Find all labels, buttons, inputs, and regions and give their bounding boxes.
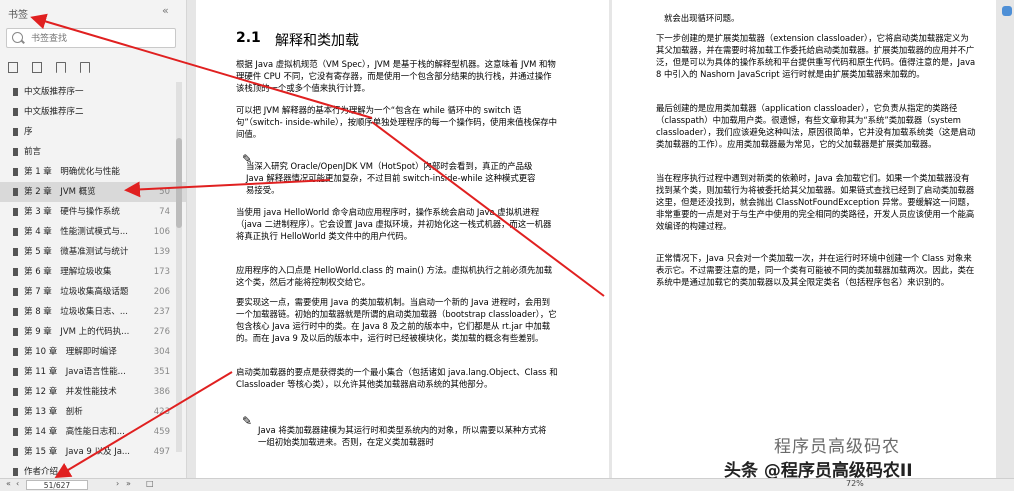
status-bar: « ‹ 51/627 › » □ 72% [0,478,1014,491]
page-number-input[interactable]: 51/627 [26,480,88,490]
annotation-arrows [30,13,605,479]
first-page-icon[interactable]: « [6,479,11,488]
next-page-icon[interactable]: › [116,479,119,488]
app-corner-icon[interactable] [1002,6,1012,16]
last-page-icon[interactable]: » [126,479,131,488]
arrow-to-chapter-2 [124,179,331,198]
arrow-line-right [371,121,605,297]
zoom-level[interactable]: 72% [846,479,864,488]
watermark-text: 程序员高级码农 [774,437,900,457]
fit-page-icon[interactable]: □ [146,479,154,488]
prev-page-icon[interactable]: ‹ [16,479,19,488]
arrow-to-sidebar-title [30,13,373,119]
arrow-to-page-input [54,371,233,479]
